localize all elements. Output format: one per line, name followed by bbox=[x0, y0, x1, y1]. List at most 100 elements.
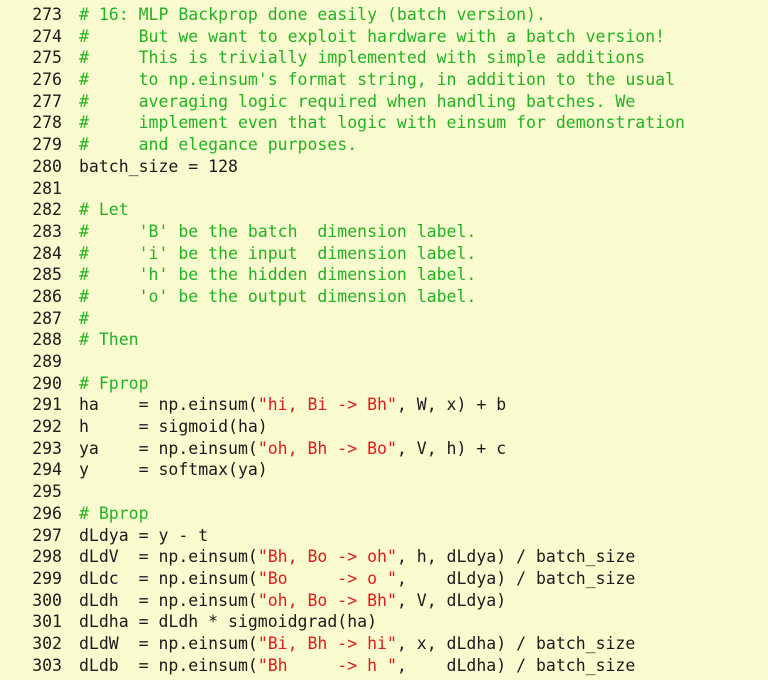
code-line[interactable]: 293 ya = np.einsum("oh, Bh -> Bo", V, h) … bbox=[0, 438, 768, 460]
line-content: batch_size = 128 bbox=[62, 156, 768, 178]
line-number: 286 bbox=[32, 286, 62, 306]
line-number: 275 bbox=[32, 48, 62, 68]
code-token-comment: # bbox=[79, 308, 89, 328]
line-content: # But we want to exploit hardware with a… bbox=[62, 26, 768, 48]
line-number: 290 bbox=[32, 373, 62, 393]
line-content: dLdya = y - t bbox=[62, 525, 768, 547]
line-content: # 'i' be the input dimension label. bbox=[62, 243, 768, 265]
line-number: 279 bbox=[32, 135, 62, 155]
code-line[interactable]: 275 # This is trivially implemented with … bbox=[0, 47, 768, 69]
code-token-comment: # Then bbox=[79, 330, 139, 350]
code-token-plain: dLdc = np.einsum( bbox=[79, 568, 258, 588]
line-content: y = softmax(ya) bbox=[62, 459, 768, 481]
line-number: 298 bbox=[32, 547, 62, 567]
code-line[interactable]: 286 # 'o' be the output dimension label. bbox=[0, 286, 768, 308]
line-content: dLdb = np.einsum("Bh -> h ", dLdha) / ba… bbox=[62, 655, 768, 677]
code-token-comment: # This is trivially implemented with sim… bbox=[79, 48, 646, 68]
code-token-plain: y = softmax(ya) bbox=[79, 460, 268, 480]
line-number: 293 bbox=[32, 438, 62, 458]
line-content: # and elegance purposes. bbox=[62, 134, 768, 156]
code-line[interactable]: 296 # Bprop bbox=[0, 503, 768, 525]
line-content: # 'o' be the output dimension label. bbox=[62, 286, 768, 308]
code-token-comment: # 'i' be the input dimension label. bbox=[79, 243, 477, 263]
line-number: 301 bbox=[32, 612, 62, 632]
code-line[interactable]: 279 # and elegance purposes. bbox=[0, 134, 768, 156]
code-line[interactable]: 299 dLdc = np.einsum("Bo -> o ", dLdya) /… bbox=[0, 568, 768, 590]
code-line[interactable]: 301 dLdha = dLdh * sigmoidgrad(ha) bbox=[0, 611, 768, 633]
line-number: 283 bbox=[32, 221, 62, 241]
code-line[interactable]: 280 batch_size = 128 bbox=[0, 156, 768, 178]
line-content: # 'h' be the hidden dimension label. bbox=[62, 264, 768, 286]
code-token-plain: dLdb = np.einsum( bbox=[79, 655, 258, 675]
line-number: 284 bbox=[32, 243, 62, 263]
code-token-comment: # 16: MLP Backprop done easily (batch ve… bbox=[79, 5, 546, 24]
line-number: 289 bbox=[32, 352, 62, 371]
code-line[interactable]: 287 # bbox=[0, 308, 768, 330]
code-token-comment: # Let bbox=[79, 200, 129, 220]
code-line[interactable]: 291 ha = np.einsum("hi, Bi -> Bh", W, x) … bbox=[0, 394, 768, 416]
line-number: 278 bbox=[32, 113, 62, 133]
code-line[interactable]: 278 # implement even that logic with eins… bbox=[0, 112, 768, 134]
code-line[interactable]: 284 # 'i' be the input dimension label. bbox=[0, 243, 768, 265]
code-viewer[interactable]: 273 # 16: MLP Backprop done easily (batch… bbox=[0, 0, 768, 680]
line-content: # Bprop bbox=[62, 503, 768, 525]
line-number: 297 bbox=[32, 525, 62, 545]
code-token-string: "Bh, Bo -> oh" bbox=[257, 547, 397, 567]
code-line[interactable]: 290 # Fprop bbox=[0, 373, 768, 395]
line-content: dLdha = dLdh * sigmoidgrad(ha) bbox=[62, 611, 768, 633]
line-content: # implement even that logic with einsum … bbox=[62, 112, 768, 134]
code-token-plain: , W, x) + b bbox=[396, 395, 507, 415]
line-content: h = sigmoid(ha) bbox=[62, 416, 768, 438]
code-token-string: "oh, Bh -> Bo" bbox=[257, 438, 397, 458]
line-number: 273 bbox=[32, 5, 62, 24]
line-number: 300 bbox=[32, 590, 62, 610]
code-line[interactable]: 281 bbox=[0, 178, 768, 200]
line-number: 294 bbox=[32, 460, 62, 480]
code-token-comment: # implement even that logic with einsum … bbox=[79, 113, 685, 133]
code-line[interactable]: 294 y = softmax(ya) bbox=[0, 459, 768, 481]
line-number: 303 bbox=[32, 655, 62, 675]
code-line[interactable]: 289 bbox=[0, 351, 768, 373]
code-line[interactable]: 300 dLdh = np.einsum("oh, Bo -> Bh", V, d… bbox=[0, 590, 768, 612]
code-token-plain: , x, dLdha) / batch_size bbox=[396, 633, 636, 653]
code-token-plain: dLdha = dLdh * sigmoidgrad(ha) bbox=[79, 612, 378, 632]
code-line[interactable]: 274 # But we want to exploit hardware wit… bbox=[0, 26, 768, 48]
code-token-plain: batch_size = 128 bbox=[79, 156, 238, 176]
line-content: ha = np.einsum("hi, Bi -> Bh", W, x) + b bbox=[62, 394, 768, 416]
line-content: # Then bbox=[62, 329, 768, 351]
code-token-comment: # Fprop bbox=[79, 373, 149, 393]
line-number: 285 bbox=[32, 265, 62, 285]
line-content: # 'B' be the batch dimension label. bbox=[62, 221, 768, 243]
code-token-string: "Bo -> o " bbox=[257, 568, 397, 588]
code-token-comment: # But we want to exploit hardware with a… bbox=[79, 26, 666, 46]
code-token-plain: h = sigmoid(ha) bbox=[79, 417, 268, 437]
code-line[interactable]: 276 # to np.einsum's format string, in ad… bbox=[0, 69, 768, 91]
code-line[interactable]: 283 # 'B' be the batch dimension label. bbox=[0, 221, 768, 243]
code-token-comment: # 'B' be the batch dimension label. bbox=[79, 221, 477, 241]
code-line[interactable]: 277 # averaging logic required when handl… bbox=[0, 91, 768, 113]
line-number: 292 bbox=[32, 417, 62, 437]
line-number: 281 bbox=[32, 178, 62, 198]
line-number: 296 bbox=[32, 503, 62, 523]
code-line[interactable]: 295 bbox=[0, 481, 768, 503]
code-line[interactable]: 273 # 16: MLP Backprop done easily (batch… bbox=[0, 4, 768, 26]
code-line[interactable]: 298 dLdV = np.einsum("Bh, Bo -> oh", h, d… bbox=[0, 546, 768, 568]
line-content: dLdh = np.einsum("oh, Bo -> Bh", V, dLdy… bbox=[62, 590, 768, 612]
code-token-string: "hi, Bi -> Bh" bbox=[257, 395, 397, 415]
line-content: # Let bbox=[62, 199, 768, 221]
line-content: # to np.einsum's format string, in addit… bbox=[62, 69, 768, 91]
code-token-string: "Bh -> h " bbox=[257, 655, 397, 675]
code-token-plain: , h, dLdya) / batch_size bbox=[396, 547, 636, 567]
code-token-comment: # averaging logic required when handling… bbox=[79, 91, 636, 111]
line-content: # This is trivially implemented with sim… bbox=[62, 47, 768, 69]
code-line[interactable]: 302 dLdW = np.einsum("Bi, Bh -> hi", x, d… bbox=[0, 633, 768, 655]
code-line[interactable]: 297 dLdya = y - t bbox=[0, 525, 768, 547]
line-number: 287 bbox=[32, 308, 62, 328]
code-line[interactable]: 303 dLdb = np.einsum("Bh -> h ", dLdha) /… bbox=[0, 655, 768, 677]
line-number: 299 bbox=[32, 568, 62, 588]
code-line[interactable]: 285 # 'h' be the hidden dimension label. bbox=[0, 264, 768, 286]
line-content: # bbox=[62, 308, 768, 330]
code-line[interactable]: 282 # Let bbox=[0, 199, 768, 221]
code-line[interactable]: 288 # Then bbox=[0, 329, 768, 351]
code-line[interactable]: 292 h = sigmoid(ha) bbox=[0, 416, 768, 438]
